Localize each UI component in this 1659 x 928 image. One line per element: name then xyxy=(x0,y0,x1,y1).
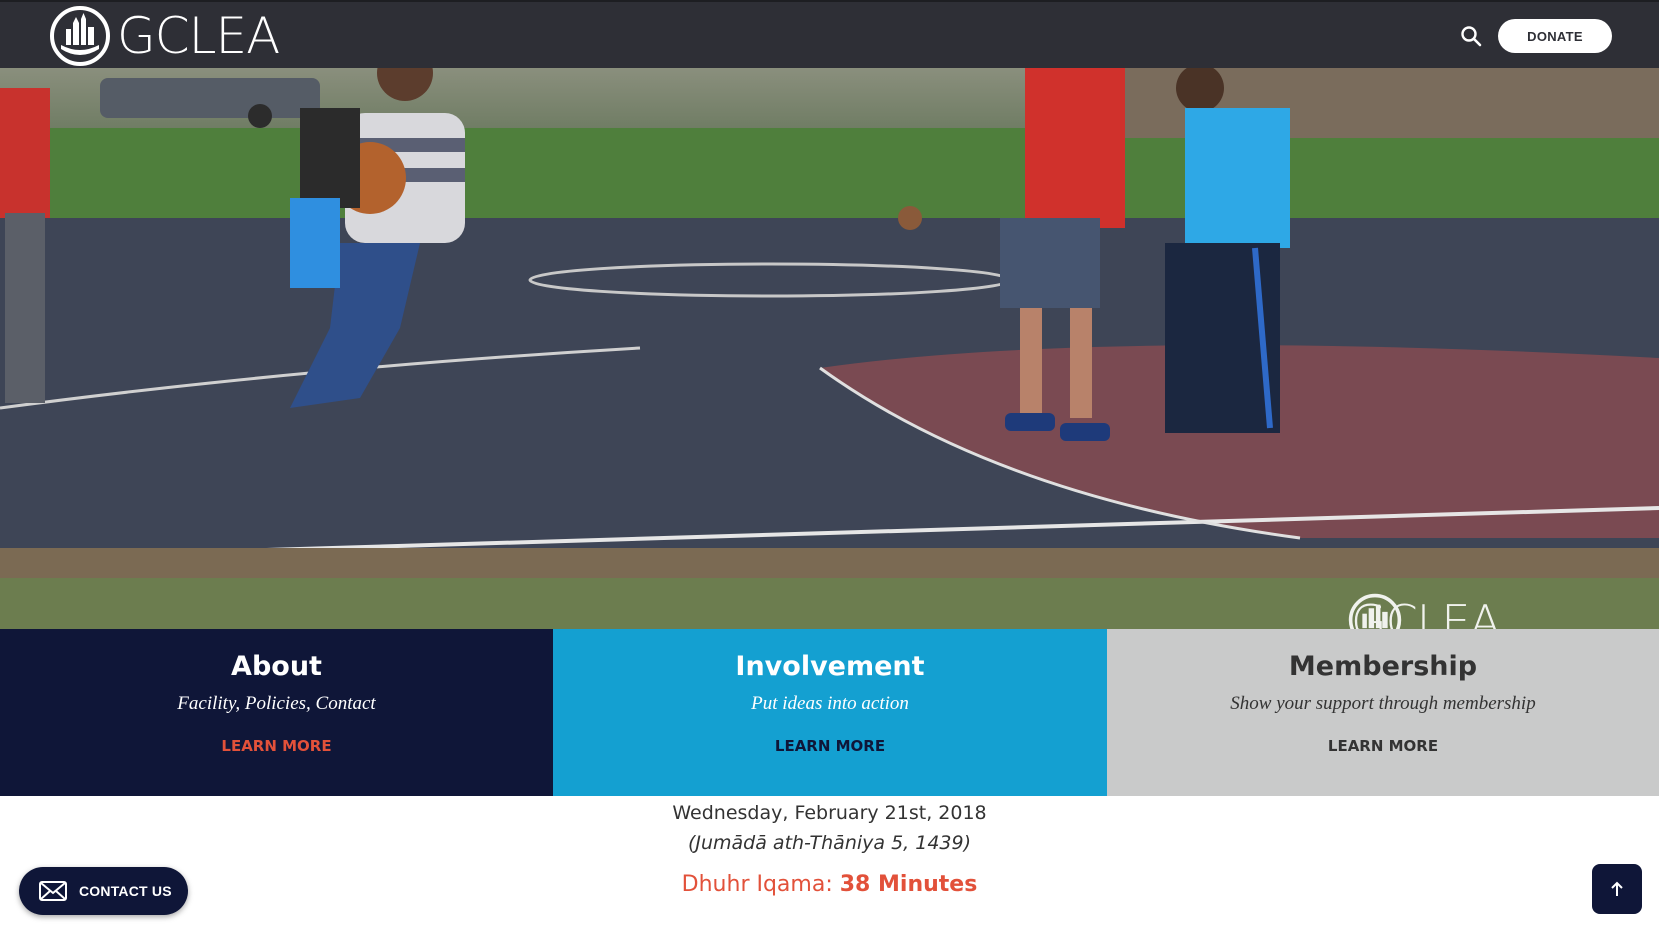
site-header: GCLEA DONATE xyxy=(0,0,1659,68)
tile-subtitle: Put ideas into action xyxy=(751,693,909,714)
feature-tiles: About Facility, Policies, Contact LEARN … xyxy=(0,629,1659,796)
contact-us-label: CONTACT US xyxy=(79,883,172,899)
hero-watermark: GCLEA xyxy=(1347,592,1501,629)
tile-title: Involvement xyxy=(735,651,925,682)
tile-about[interactable]: About Facility, Policies, Contact LEARN … xyxy=(0,629,553,796)
contact-us-button[interactable]: CONTACT US xyxy=(19,867,188,915)
gclea-logo-icon xyxy=(50,6,110,66)
iqama-countdown: Dhuhr Iqama: 38 Minutes xyxy=(0,872,1659,897)
hijri-date: (Jumādā ath-Thāniya 5, 1439) xyxy=(687,832,972,854)
tile-title: Membership xyxy=(1288,651,1478,682)
tile-involvement[interactable]: Involvement Put ideas into action LEARN … xyxy=(553,629,1107,796)
back-to-top-button[interactable] xyxy=(1592,864,1642,914)
hero-video: GCLEA xyxy=(0,68,1659,629)
envelope-icon xyxy=(39,881,67,901)
iqama-label: Dhuhr Iqama: xyxy=(681,872,833,897)
tile-title: About xyxy=(231,651,322,682)
learn-more-link-membership[interactable]: LEARN MORE xyxy=(1107,737,1659,755)
basketball-court-image xyxy=(0,68,1659,629)
tile-subtitle: Facility, Policies, Contact xyxy=(177,693,376,714)
arrow-up-icon xyxy=(1611,881,1623,896)
learn-more-link-about[interactable]: LEARN MORE xyxy=(0,737,553,755)
site-logo[interactable]: GCLEA xyxy=(49,5,280,67)
iqama-value: 38 Minutes xyxy=(839,872,978,897)
donate-button[interactable]: DONATE xyxy=(1498,19,1612,53)
gregorian-date: Wednesday, February 21st, 2018 xyxy=(672,802,987,824)
logo-wordmark: GCLEA xyxy=(117,7,280,65)
learn-more-link-involvement[interactable]: LEARN MORE xyxy=(553,737,1107,755)
player-left xyxy=(0,88,50,403)
tile-membership[interactable]: Membership Show your support through mem… xyxy=(1107,629,1659,796)
gclea-watermark-icon xyxy=(1348,593,1402,629)
tile-subtitle: Show your support through membership xyxy=(1230,693,1536,714)
search-icon[interactable] xyxy=(1459,24,1483,48)
